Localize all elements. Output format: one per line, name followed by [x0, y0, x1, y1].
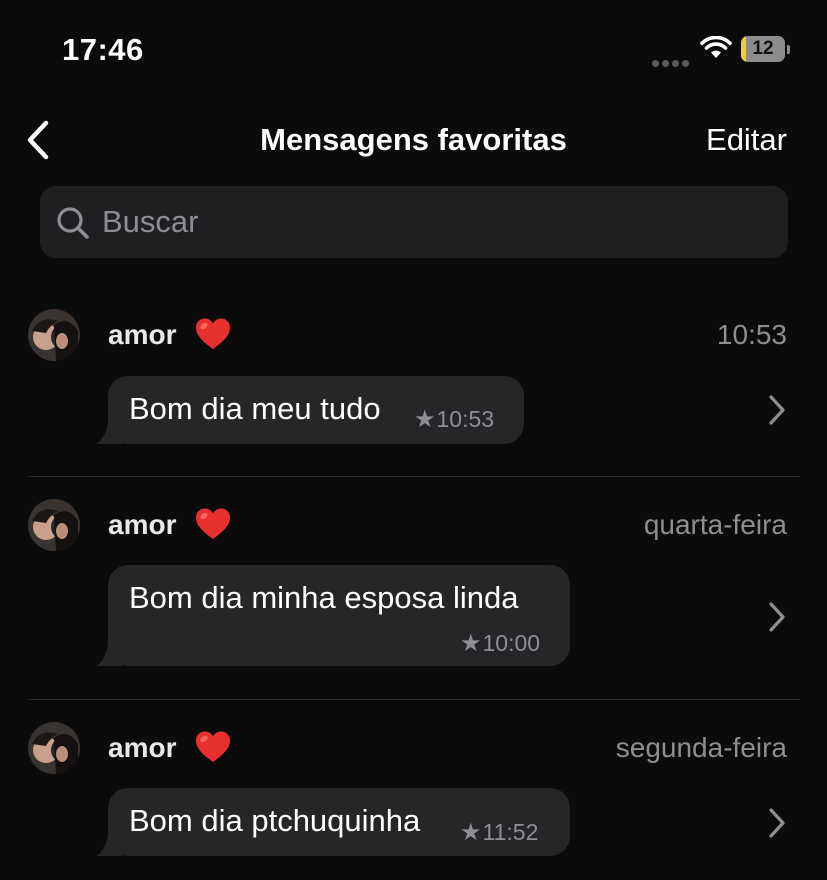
status-bar: 17:46 12: [0, 0, 827, 100]
wifi-icon: [700, 36, 732, 58]
edit-button[interactable]: Editar: [706, 100, 787, 180]
starred-message-item[interactable]: amor 10:53 Bom dia meu tudo ★10:53: [0, 300, 827, 477]
divider: [28, 476, 800, 477]
message-time-text: 10:53: [436, 406, 495, 432]
search-icon: [57, 207, 89, 239]
message-time-text: 11:52: [482, 819, 539, 845]
message-bubble: Bom dia minha esposa linda ★10:00: [96, 565, 570, 666]
battery-level: 12: [752, 38, 774, 59]
message-date: quarta-feira: [643, 509, 787, 540]
message-time: ★11:52: [460, 818, 538, 847]
sender-name: amor: [108, 507, 232, 545]
chevron-right-icon: [769, 395, 785, 425]
heart-icon: [196, 731, 231, 762]
star-icon: ★: [460, 819, 482, 846]
divider: [28, 699, 800, 700]
sender-name-text: amor: [108, 732, 177, 763]
message-time-text: 10:00: [482, 630, 541, 656]
search-bar[interactable]: [40, 186, 788, 258]
star-icon: ★: [460, 630, 482, 657]
starred-message-item[interactable]: amor segunda-feira Bom dia ptchuquinha ★…: [0, 713, 827, 880]
search-input[interactable]: [102, 186, 762, 258]
message-date: segunda-feira: [615, 732, 787, 763]
message-text: Bom dia minha esposa linda: [129, 580, 519, 615]
star-icon: ★: [414, 406, 436, 433]
chevron-right-icon: [769, 808, 785, 838]
message-bubble: Bom dia meu tudo ★10:53: [96, 376, 524, 444]
message-time: ★10:00: [460, 629, 540, 658]
battery-icon: 12: [741, 36, 791, 64]
sender-name: amor: [108, 317, 232, 355]
bubble-tail: [96, 644, 122, 666]
message-text: Bom dia ptchuquinha: [129, 803, 421, 838]
avatar: [28, 722, 80, 774]
sender-name-text: amor: [108, 319, 177, 350]
cellular-signal-icon: [652, 54, 692, 67]
message-text: Bom dia meu tudo: [129, 391, 381, 426]
heart-icon: [196, 508, 231, 539]
chevron-right-icon: [769, 602, 785, 632]
heart-icon: [196, 318, 231, 349]
status-time: 17:46: [62, 32, 144, 67]
avatar: [28, 309, 80, 361]
avatar: [28, 499, 80, 551]
bubble-tail: [96, 834, 122, 856]
bubble-tail: [96, 422, 122, 444]
nav-bar: Mensagens favoritas Editar: [0, 100, 827, 180]
sender-name: amor: [108, 730, 232, 768]
sender-name-text: amor: [108, 509, 177, 540]
message-time: ★10:53: [414, 405, 494, 434]
message-date: 10:53: [716, 319, 787, 350]
back-button[interactable]: [20, 118, 60, 162]
page-title: Mensagens favoritas: [260, 122, 567, 157]
message-bubble: Bom dia ptchuquinha ★11:52: [96, 788, 570, 856]
starred-message-item[interactable]: amor quarta-feira Bom dia minha esposa l…: [0, 490, 827, 700]
